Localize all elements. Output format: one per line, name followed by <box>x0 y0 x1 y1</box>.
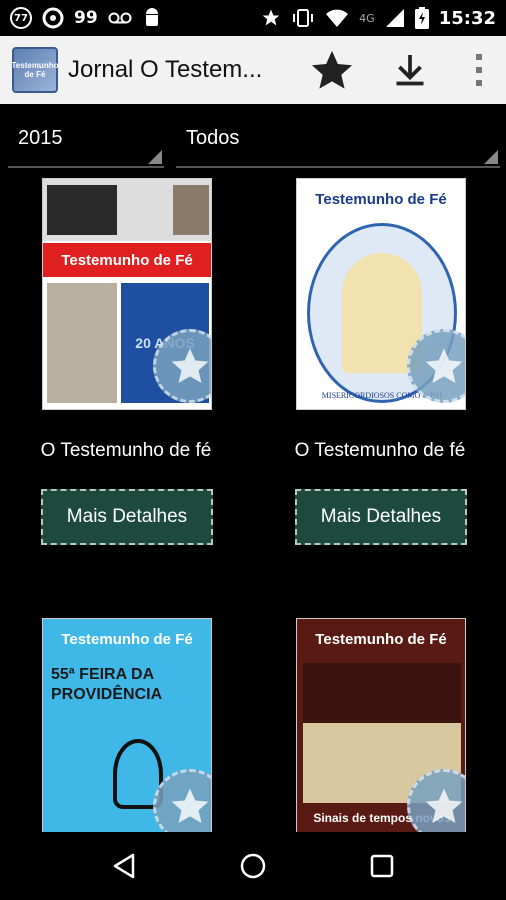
edition-cover[interactable]: Testemunho de Fé 20 ANOS <box>42 178 212 410</box>
battery-icon <box>414 7 429 29</box>
year-value: 2015 <box>18 127 63 149</box>
filter-bar: 2015 Todos <box>0 118 506 170</box>
edition-card: Testemunho de Fé Sinais de tempos novos <box>275 618 485 832</box>
notification-badge: 77 <box>10 7 32 29</box>
app-logo-text: Testemunho de Fé <box>11 61 59 79</box>
star-icon <box>425 788 463 823</box>
dropdown-arrow-icon <box>148 150 162 164</box>
download-icon <box>396 55 424 86</box>
app-title: Jornal O Testem... <box>68 56 263 83</box>
cover-header: Testemunho de Fé <box>315 190 447 208</box>
edition-card: Testemunho de Fé 20 ANOS O Testemunho de… <box>21 178 231 558</box>
star-icon <box>262 9 280 26</box>
status-bar: 77 99 4G 15:32 <box>0 0 506 36</box>
year-spinner[interactable]: 2015 <box>8 118 164 168</box>
sync-icon <box>42 7 64 29</box>
category-value: Todos <box>186 127 240 149</box>
dropdown-arrow-icon <box>484 150 498 164</box>
voicemail-icon <box>108 12 132 24</box>
details-button[interactable]: Mais Detalhes <box>41 489 213 545</box>
app-logo[interactable]: Testemunho de Fé <box>12 47 58 93</box>
edition-card: Testemunho de Fé MISERICORDIOSOS COMO O … <box>275 178 485 558</box>
home-button[interactable] <box>225 838 281 894</box>
category-spinner[interactable]: Todos <box>176 118 500 168</box>
star-icon <box>311 50 353 89</box>
star-icon <box>171 348 209 383</box>
edition-card: Testemunho de Fé 55ª FEIRA DA PROVIDÊNCI… <box>21 618 231 832</box>
cover-header: Testemunho de Fé <box>61 251 193 269</box>
overflow-menu-button[interactable] <box>464 46 494 94</box>
edition-title: O Testemunho de fé <box>294 440 466 461</box>
more-vert-icon <box>476 54 482 86</box>
edition-cover[interactable]: Testemunho de Fé Sinais de tempos novos <box>296 618 466 832</box>
android-icon <box>145 8 158 26</box>
favorite-button[interactable] <box>308 46 356 94</box>
home-icon <box>240 853 266 879</box>
recents-button[interactable] <box>354 838 410 894</box>
details-button[interactable]: Mais Detalhes <box>295 489 467 545</box>
back-button[interactable] <box>96 838 152 894</box>
notification-count: 99 <box>74 8 98 28</box>
navigation-bar <box>0 832 506 900</box>
cover-subtitle: 55ª FEIRA DA PROVIDÊNCIA <box>51 666 163 703</box>
recents-icon <box>370 854 393 878</box>
signal-icon <box>385 9 404 27</box>
cover-header: Testemunho de Fé <box>61 630 193 648</box>
edition-cover[interactable]: Testemunho de Fé 55ª FEIRA DA PROVIDÊNCI… <box>42 618 212 832</box>
back-icon <box>114 853 135 879</box>
download-button[interactable] <box>386 46 434 94</box>
wifi-icon <box>326 9 349 27</box>
vibrate-icon <box>293 9 314 27</box>
clock: 15:32 <box>438 7 496 29</box>
edition-title: O Testemunho de fé <box>40 440 212 461</box>
network-type: 4G <box>359 11 375 25</box>
star-icon <box>171 788 209 823</box>
cover-header: Testemunho de Fé <box>315 630 447 648</box>
edition-cover[interactable]: Testemunho de Fé MISERICORDIOSOS COMO O … <box>296 178 466 410</box>
action-bar: Testemunho de Fé Jornal O Testem... <box>0 36 506 104</box>
star-icon <box>425 348 463 383</box>
